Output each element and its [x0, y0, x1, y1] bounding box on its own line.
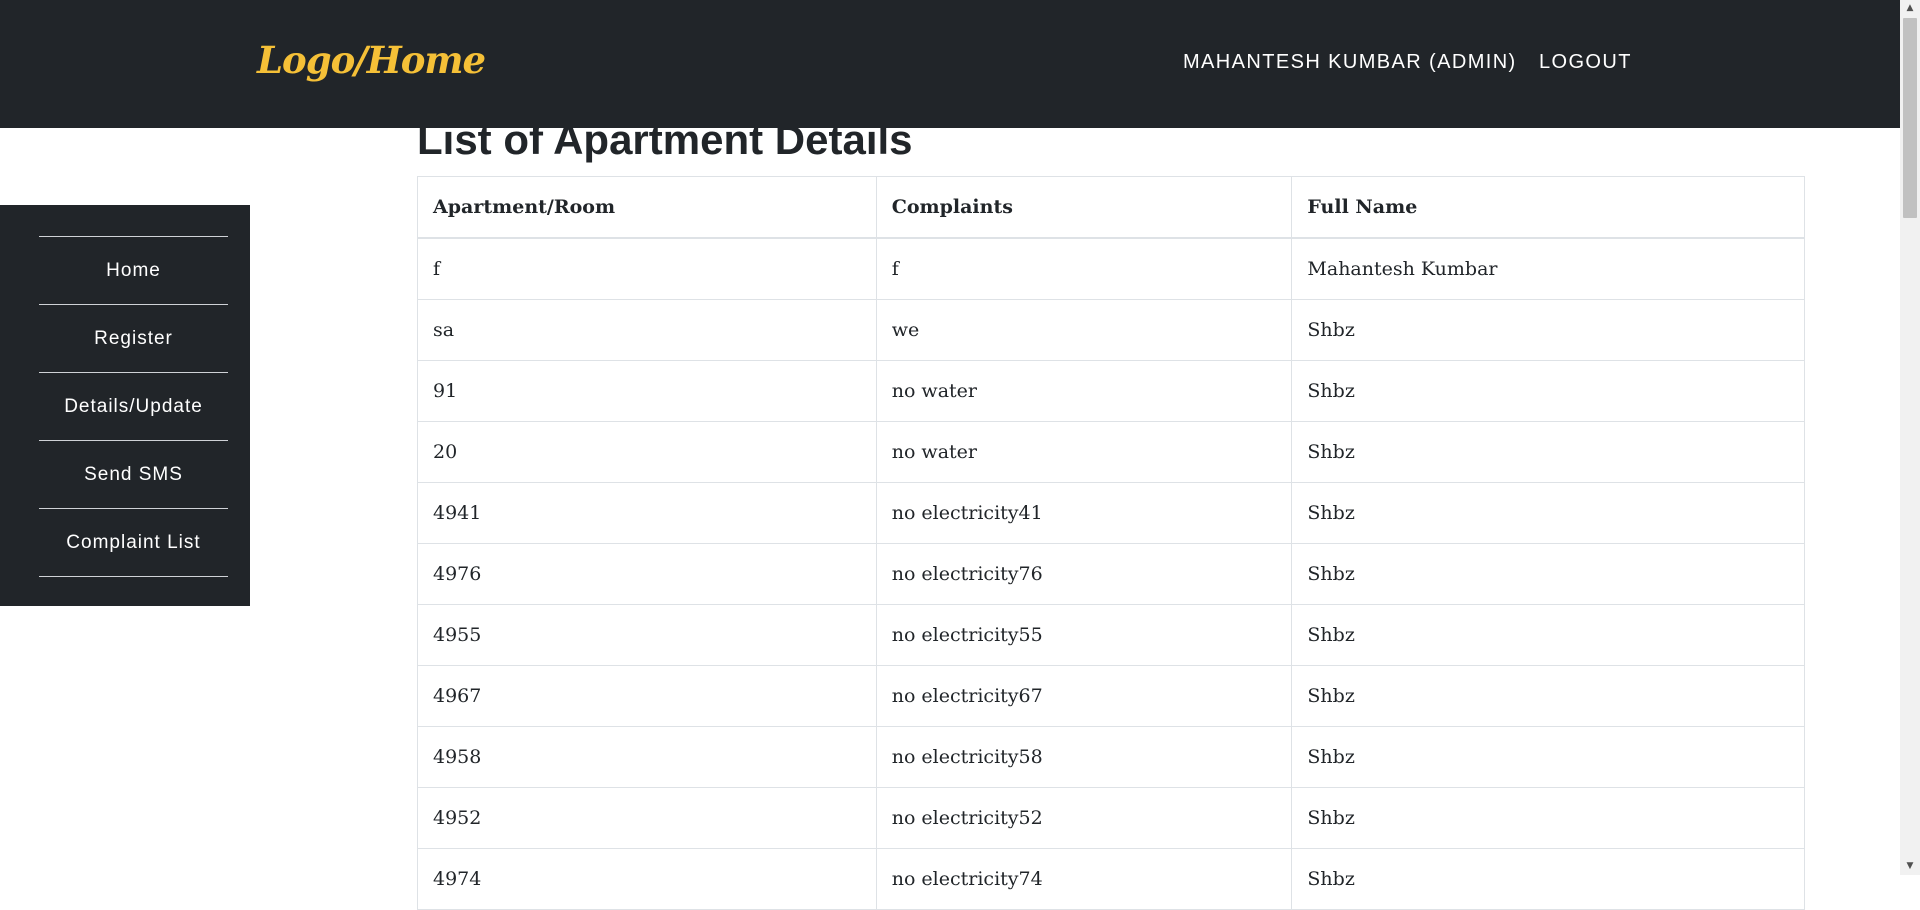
cell-apartment-room: sa — [417, 299, 877, 361]
cell-full-name: Shbz — [1291, 726, 1805, 788]
table-header-row: Apartment/Room Complaints Full Name — [417, 176, 1805, 239]
table-row: 4974 no electricity74 Shbz — [417, 848, 1805, 910]
cell-apartment-room: 4941 — [417, 482, 877, 544]
cell-full-name: Shbz — [1291, 848, 1805, 910]
cell-full-name: Shbz — [1291, 482, 1805, 544]
apartment-table-container: Apartment/Room Complaints Full Name f f Ma… — [417, 176, 1805, 910]
table-row: f f Mahantesh Kumbar — [417, 237, 1805, 300]
cell-complaint: no electricity76 — [875, 543, 1293, 605]
scrollbar-thumb[interactable] — [1903, 18, 1917, 218]
column-header-apartment-room: Apartment/Room — [417, 176, 877, 239]
cell-apartment-room: 4955 — [417, 604, 877, 666]
sidebar-link-complaint-list[interactable]: Complaint List — [66, 532, 200, 554]
table-row: 20 no water Shbz — [417, 421, 1805, 483]
sidebar-link-register[interactable]: Register — [94, 328, 173, 350]
cell-complaint: no electricity58 — [875, 726, 1293, 788]
table-row: 4952 no electricity52 Shbz — [417, 787, 1805, 849]
cell-apartment-room: f — [417, 237, 877, 300]
cell-apartment-room: 4952 — [417, 787, 877, 849]
cell-complaint: no water — [875, 360, 1293, 422]
cell-apartment-room: 20 — [417, 421, 877, 483]
cell-complaint: no electricity67 — [875, 665, 1293, 727]
sidebar-link-send-sms[interactable]: Send SMS — [84, 464, 183, 486]
table-row: sa we Shbz — [417, 299, 1805, 361]
cell-complaint: no electricity52 — [875, 787, 1293, 849]
cell-complaint: no water — [875, 421, 1293, 483]
table-row: 4941 no electricity41 Shbz — [417, 482, 1805, 544]
column-header-complaints: Complaints — [875, 176, 1293, 239]
table-row: 4958 no electricity58 Shbz — [417, 726, 1805, 788]
cell-apartment-room: 4976 — [417, 543, 877, 605]
cell-full-name: Shbz — [1291, 787, 1805, 849]
cell-apartment-room: 91 — [417, 360, 877, 422]
cell-full-name: Shbz — [1291, 299, 1805, 361]
triangle-down-icon[interactable]: ▼ — [1900, 858, 1920, 875]
triangle-up-icon[interactable]: ▲ — [1900, 0, 1920, 17]
sidebar-item-details-update: Details/Update — [39, 373, 228, 441]
logo-home-link[interactable]: Logo/Home — [257, 38, 486, 82]
table-row: 4976 no electricity76 Shbz — [417, 543, 1805, 605]
cell-full-name: Shbz — [1291, 665, 1805, 727]
sidebar: Home Register Details/Update Send SMS Co… — [0, 205, 250, 606]
cell-complaint: no electricity41 — [875, 482, 1293, 544]
cell-full-name: Shbz — [1291, 604, 1805, 666]
table-row: 4967 no electricity67 Shbz — [417, 665, 1805, 727]
cell-full-name: Shbz — [1291, 543, 1805, 605]
table-row: 4955 no electricity55 Shbz — [417, 604, 1805, 666]
sidebar-link-home[interactable]: Home — [106, 260, 161, 282]
cell-apartment-room: 4967 — [417, 665, 877, 727]
cell-complaint: f — [875, 237, 1293, 300]
table-body: f f Mahantesh Kumbar sa we Shbz 91 no water Shbz… — [417, 237, 1805, 910]
cell-full-name: Mahantesh Kumbar — [1291, 237, 1805, 300]
user-admin-link[interactable]: MAHANTESH KUMBAR (ADMIN) — [1183, 51, 1517, 74]
cell-complaint: no electricity74 — [875, 848, 1293, 910]
apartment-details-table: Apartment/Room Complaints Full Name f f Ma… — [417, 176, 1805, 910]
sidebar-item-home: Home — [39, 237, 228, 305]
logout-link[interactable]: LOGOUT — [1539, 51, 1632, 74]
cell-complaint: no electricity55 — [875, 604, 1293, 666]
column-header-full-name: Full Name — [1291, 176, 1805, 239]
top-navbar: Logo/Home MAHANTESH KUMBAR (ADMIN) LOGOU… — [0, 0, 1900, 128]
cell-complaint: we — [875, 299, 1293, 361]
sidebar-link-details-update[interactable]: Details/Update — [64, 396, 203, 418]
cell-full-name: Shbz — [1291, 360, 1805, 422]
sidebar-item-complaint-list: Complaint List — [39, 509, 228, 577]
sidebar-item-register: Register — [39, 305, 228, 373]
cell-apartment-room: 4958 — [417, 726, 877, 788]
table-row: 91 no water Shbz — [417, 360, 1805, 422]
vertical-scrollbar[interactable]: ▲ ▼ — [1900, 0, 1920, 875]
cell-full-name: Shbz — [1291, 421, 1805, 483]
cell-apartment-room: 4974 — [417, 848, 877, 910]
sidebar-item-send-sms: Send SMS — [39, 441, 228, 509]
sidebar-menu: Home Register Details/Update Send SMS Co… — [39, 236, 228, 577]
